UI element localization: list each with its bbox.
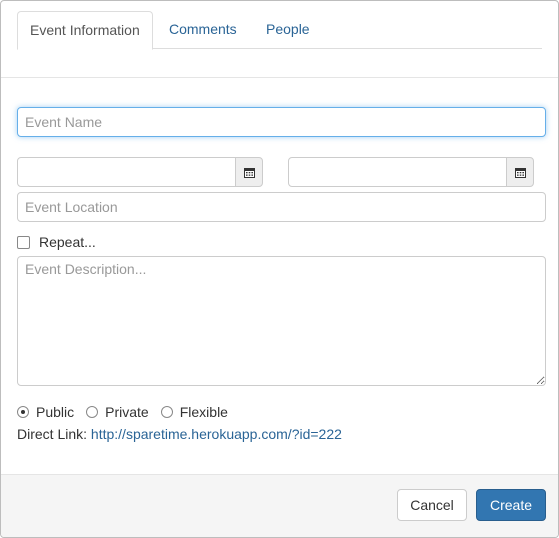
private-label[interactable]: Private (105, 404, 149, 420)
calendar-icon (243, 167, 255, 178)
private-radio[interactable] (86, 406, 99, 418)
start-date-group (17, 157, 263, 187)
tab-people[interactable]: People (254, 11, 322, 47)
direct-link-label: Direct Link: (17, 426, 88, 442)
visibility-radio-group: Public Private Flexible (17, 403, 240, 421)
calendar-icon (514, 167, 526, 178)
dialog-footer: Cancel Create (1, 474, 558, 537)
end-date-calendar-button[interactable] (506, 157, 534, 187)
tab-comments[interactable]: Comments (157, 11, 249, 47)
repeat-checkbox[interactable] (17, 235, 30, 249)
tab-bar: Event Information Comments People (17, 11, 542, 50)
repeat-label[interactable]: Repeat... (39, 234, 96, 250)
event-dialog: Event Information Comments People Event … (0, 0, 559, 538)
tab-event-information[interactable]: Event Information (17, 11, 153, 50)
start-date-calendar-button[interactable] (235, 157, 263, 187)
flexible-label[interactable]: Flexible (180, 404, 228, 420)
event-description-textarea[interactable] (17, 256, 546, 386)
public-radio[interactable] (17, 406, 29, 418)
event-name-input[interactable] (17, 107, 546, 137)
header-divider (1, 77, 558, 78)
direct-link-row: Direct Link: http://sparetime.herokuapp.… (17, 425, 342, 443)
end-date-input[interactable] (288, 157, 507, 187)
direct-link-url[interactable]: http://sparetime.herokuapp.com/?id=222 (91, 426, 342, 442)
public-label[interactable]: Public (36, 404, 74, 420)
end-date-group (288, 157, 534, 187)
flexible-radio[interactable] (160, 406, 173, 418)
event-location-input[interactable] (17, 192, 546, 222)
create-button[interactable]: Create (476, 489, 546, 521)
repeat-option: Repeat... (17, 233, 96, 251)
start-date-input[interactable] (17, 157, 236, 187)
cancel-button[interactable]: Cancel (397, 489, 467, 521)
